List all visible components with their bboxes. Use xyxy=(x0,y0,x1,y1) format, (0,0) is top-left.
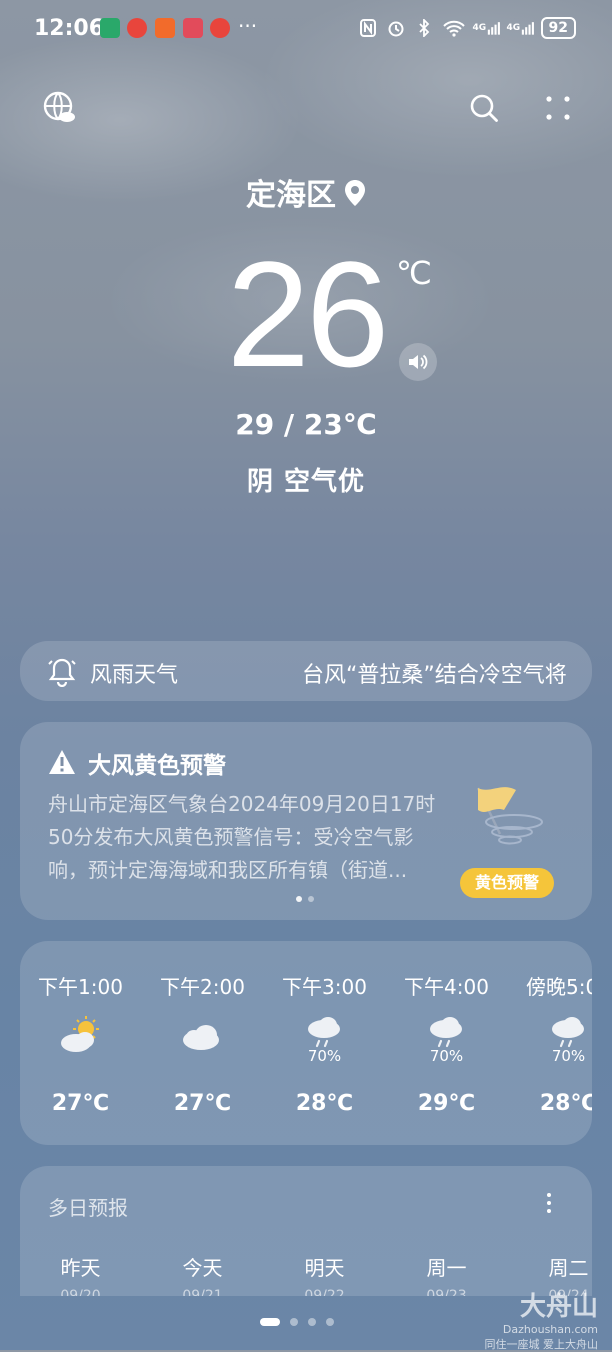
day-column[interactable]: 昨天 09/20 xyxy=(20,1252,141,1296)
hour-temp: 27℃ xyxy=(51,1091,110,1116)
warning-title: 大风黄色预警 xyxy=(88,753,226,779)
alarm-icon xyxy=(385,18,407,38)
wifi-icon xyxy=(441,18,467,38)
signal-icon-1: 4G xyxy=(473,18,501,38)
daily-forecast-title: 多日预报 xyxy=(48,1196,128,1220)
alert-label: 风雨天气 xyxy=(90,663,179,688)
day-label: 周二 xyxy=(548,1256,589,1280)
more-notifications-icon: ··· xyxy=(238,14,258,38)
day-label: 周一 xyxy=(426,1256,467,1280)
warning-level-badge: 黄色预警 xyxy=(460,868,554,898)
daily-menu-button[interactable] xyxy=(534,1188,564,1218)
partly-sunny-icon xyxy=(58,1015,104,1055)
day-column[interactable]: 明天 09/22 xyxy=(264,1252,385,1296)
page-dot xyxy=(290,1318,298,1326)
hour-time: 下午2:00 xyxy=(160,975,245,999)
hour-temp: 28℃ xyxy=(295,1091,354,1116)
menu-dot xyxy=(547,1193,551,1197)
condition-air-quality[interactable]: 阴 空气优 xyxy=(0,461,612,498)
globe-cloud-icon xyxy=(43,91,75,122)
bluetooth-icon xyxy=(413,18,435,38)
day-date: 09/20 xyxy=(60,1288,101,1296)
status-icons: 4G 4G 92 xyxy=(357,17,576,39)
daily-forecast-card[interactable]: 多日预报 昨天 09/20 今天 09/21 明天 09/22 周一 09/23… xyxy=(20,1166,592,1296)
yellow-wind-flag-icon xyxy=(470,782,550,856)
page-dot xyxy=(326,1318,334,1326)
day-label: 昨天 xyxy=(60,1256,101,1280)
hour-time: 傍晚5:00 xyxy=(526,975,592,999)
red-character-app-icon-2 xyxy=(210,18,230,38)
weather-alert-banner[interactable]: 风雨天气 台风“普拉桑”结合冷空气将 xyxy=(20,641,592,701)
battery-indicator: 92 xyxy=(540,17,576,39)
hour-precip: 70% xyxy=(429,1047,464,1065)
page-dot xyxy=(260,1318,280,1326)
city-management-button[interactable] xyxy=(42,90,78,126)
day-label: 今天 xyxy=(182,1256,223,1280)
hour-time: 下午4:00 xyxy=(404,975,489,999)
page-indicator[interactable] xyxy=(260,1318,334,1326)
status-bar: 12:06 ··· 4G 4G 92 xyxy=(0,0,612,60)
day-label: 明天 xyxy=(304,1256,345,1280)
hour-temp: 28℃ xyxy=(539,1091,592,1116)
current-temperature: 26 xyxy=(226,230,390,398)
alert-message: 台风“普拉桑”结合冷空气将 xyxy=(302,663,567,688)
temperature-range: 29 / 23℃ xyxy=(235,408,377,441)
menu-dot xyxy=(547,1201,551,1205)
hour-precip: 70% xyxy=(551,1047,586,1065)
pager-dot xyxy=(308,896,314,902)
day-column[interactable]: 周一 09/23 xyxy=(386,1252,507,1296)
more-options-button[interactable] xyxy=(540,90,576,126)
speaker-icon xyxy=(409,354,428,370)
watermark-site: Dazhoushan.com xyxy=(502,1323,598,1336)
watermark-main: 大舟山 xyxy=(519,1292,598,1322)
cloudy-icon xyxy=(180,1015,226,1055)
search-icon xyxy=(470,94,498,122)
warning-pager-dots xyxy=(296,896,314,902)
book-app-icon xyxy=(183,18,203,38)
temperature-unit: ℃ xyxy=(396,254,432,292)
hour-precip: 70% xyxy=(307,1047,342,1065)
day-date: 09/21 xyxy=(182,1288,223,1296)
pager-dot xyxy=(296,896,302,902)
hour-time: 下午1:00 xyxy=(38,975,123,999)
hour-time: 下午3:00 xyxy=(282,975,367,999)
orange-app-icon xyxy=(155,18,175,38)
status-time: 12:06 xyxy=(34,16,105,41)
bell-icon xyxy=(48,657,76,691)
location-title[interactable]: 定海区 xyxy=(0,170,612,215)
four-dots-icon xyxy=(546,96,570,120)
warning-body: 舟山市定海区气象台2024年09月20日17时50分发布大风黄色预警信号：受冷空… xyxy=(48,792,436,882)
red-character-app-icon xyxy=(127,18,147,38)
day-column[interactable]: 周二 09/24 xyxy=(508,1252,592,1296)
warning-triangle-icon xyxy=(48,749,76,779)
voice-broadcast-button[interactable] xyxy=(399,343,437,381)
search-button[interactable] xyxy=(466,90,502,126)
page-dot xyxy=(308,1318,316,1326)
hour-temp: 29℃ xyxy=(417,1091,476,1116)
day-date: 09/22 xyxy=(304,1288,345,1296)
day-column[interactable]: 今天 09/21 xyxy=(142,1252,263,1296)
hourly-forecast-card[interactable]: 下午1:00 27℃ 下午2:00 27℃ 下午3:00 70% 28℃ 下午4… xyxy=(20,941,592,1145)
watermark-logo: 大舟山 Dazhoushan.com 同住一座城 爱上大舟山 xyxy=(485,1286,599,1352)
signal-icon-2: 4G xyxy=(507,18,535,38)
nfc-icon xyxy=(357,18,379,38)
location-pin-icon xyxy=(344,179,366,215)
hourglass-app-icon xyxy=(100,18,120,38)
location-name: 定海区 xyxy=(246,178,336,213)
menu-dot xyxy=(547,1209,551,1213)
hour-temp: 27℃ xyxy=(173,1091,232,1116)
